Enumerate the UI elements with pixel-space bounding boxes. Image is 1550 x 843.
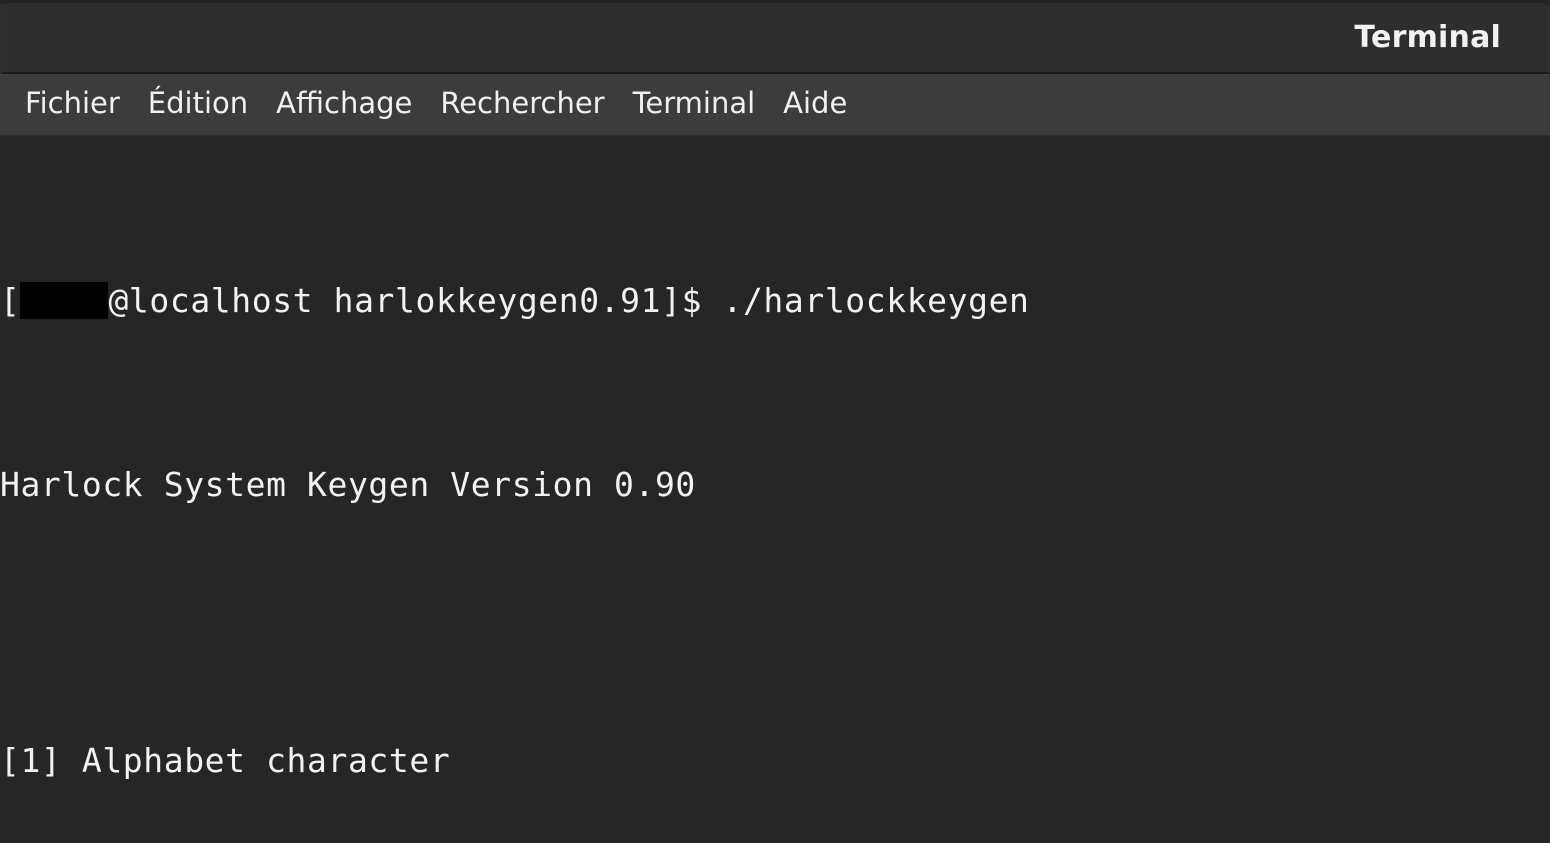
menu-item-terminal[interactable]: Terminal <box>619 83 770 126</box>
terminal-prompt-line: [ @localhost harlokkeygen0.91]$ ./harlock… <box>0 278 1550 324</box>
menu-item-label: Aide <box>783 86 848 120</box>
menu-item-label: Rechercher <box>440 86 605 120</box>
menu-item-edition[interactable]: Édition <box>134 83 262 126</box>
menu-item-label: Édition <box>147 86 249 120</box>
window-title: Terminal <box>1354 20 1501 55</box>
menu-item-rechercher[interactable]: Rechercher <box>426 83 618 126</box>
terminal-output-area[interactable]: [ @localhost harlokkeygen0.91]$ ./harlock… <box>0 136 1550 843</box>
menu-bar: Fichier Édition Affichage Rechercher Ter… <box>0 74 1550 136</box>
terminal-window: Terminal Fichier Édition Affichage Reche… <box>0 0 1550 843</box>
prompt-host-path: @localhost harlokkeygen0.91]$ <box>108 281 723 320</box>
menu-item-aide[interactable]: Aide <box>769 83 861 126</box>
terminal-text: [ @localhost harlokkeygen0.91]$ ./harlock… <box>0 140 1550 843</box>
terminal-line: [1] Alphabet character <box>0 741 451 780</box>
menu-item-label: Fichier <box>25 86 120 120</box>
redacted-username-block <box>20 282 109 319</box>
menu-item-affichage[interactable]: Affichage <box>262 83 426 126</box>
terminal-line: Harlock System Keygen Version 0.90 <box>0 465 696 504</box>
title-bar: Terminal <box>0 0 1550 74</box>
menu-item-fichier[interactable]: Fichier <box>11 83 134 126</box>
menu-item-label: Affichage <box>276 86 413 120</box>
prompt-open-bracket: [ <box>0 281 21 320</box>
prompt-command: ./harlockkeygen <box>722 281 1030 320</box>
menu-item-label: Terminal <box>632 86 756 120</box>
